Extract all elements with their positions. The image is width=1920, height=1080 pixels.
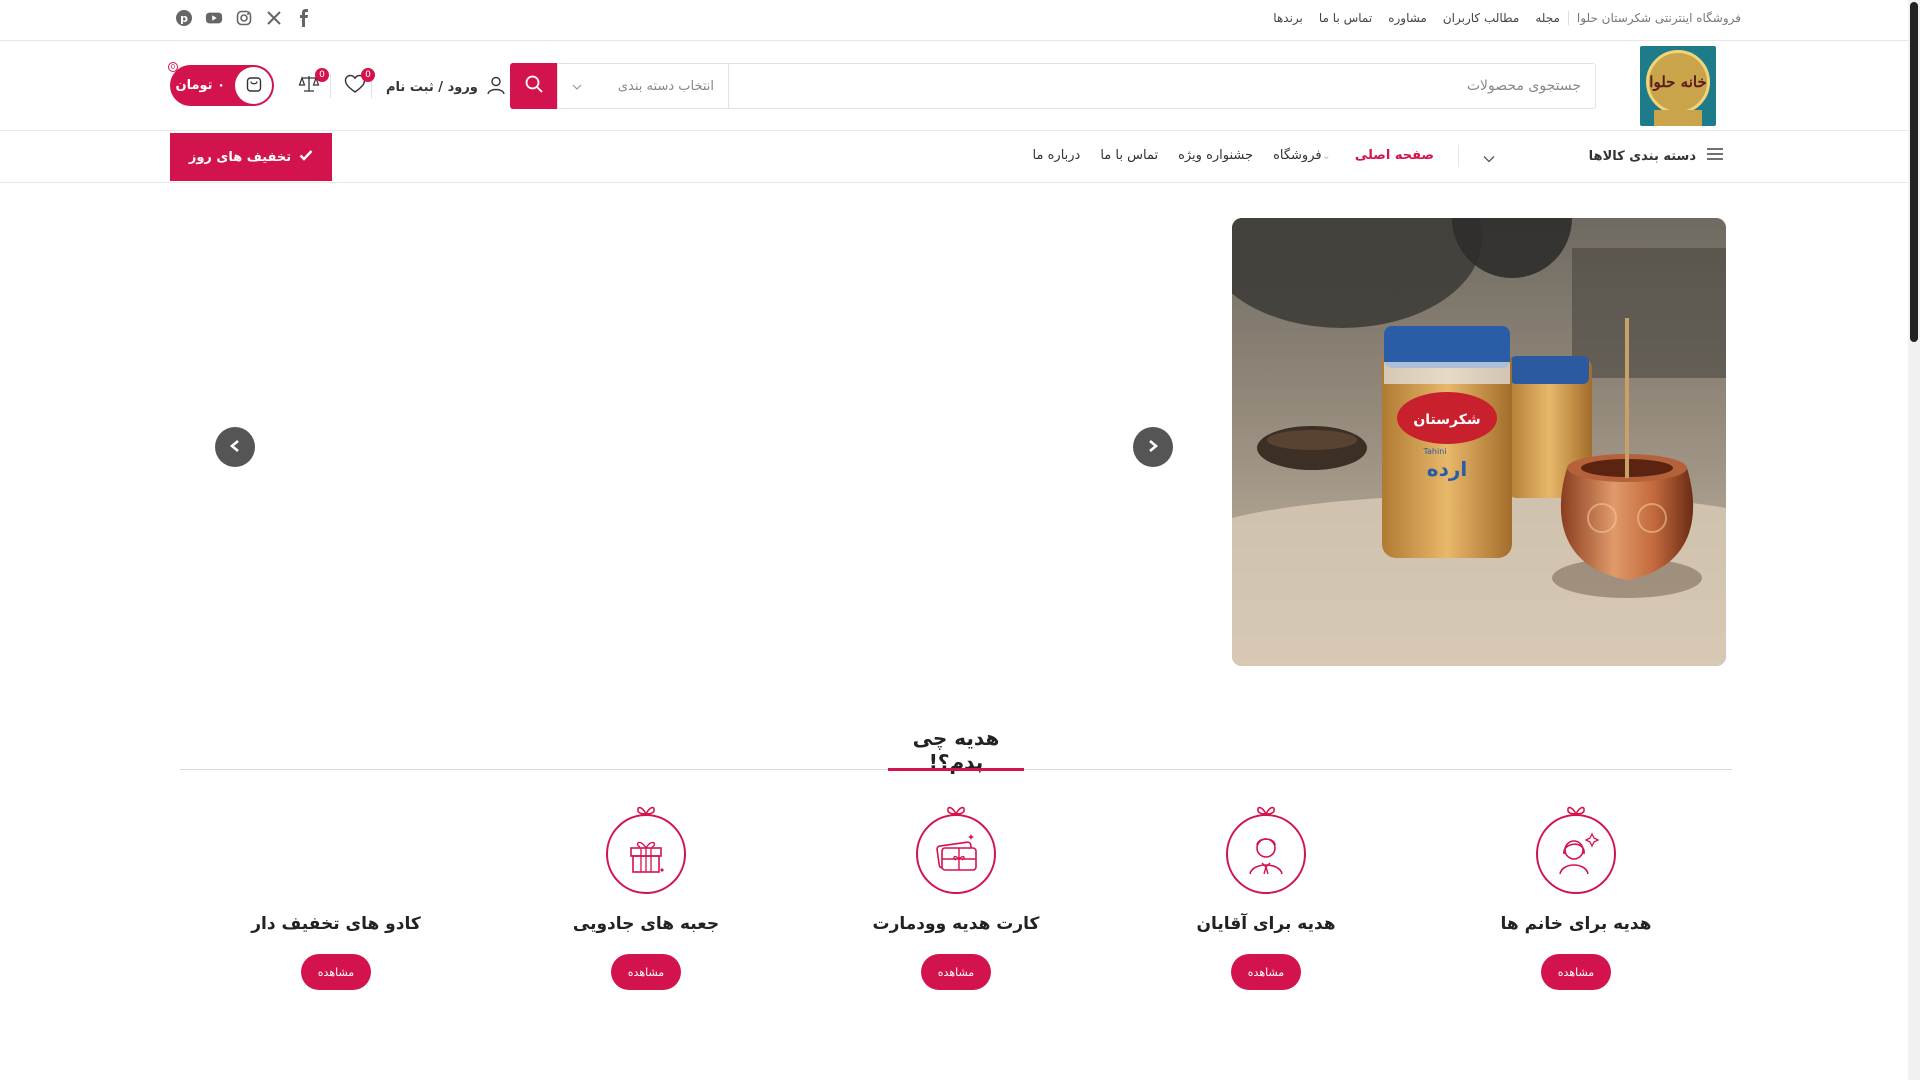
facebook-icon[interactable] <box>295 9 313 27</box>
top-bar: فروشگاه اینترنتی شکرستان حلوا مجله مطالب… <box>0 0 1908 41</box>
gift-card-icon <box>916 814 996 894</box>
gift-section-title: هدیه چی بدم؟! <box>912 726 1000 774</box>
chevron-left-icon <box>229 438 241 457</box>
nav-menu: صفحه اصلی فروشگاه جشنواره ویژه تماس با م… <box>1033 148 1434 163</box>
compare-button[interactable]: 0 <box>295 68 329 100</box>
nav-contact[interactable]: تماس با ما <box>1100 148 1158 163</box>
daily-deals-label: تخفیف های روز <box>188 149 292 165</box>
gift-card-title: جعبه های جادویی <box>572 914 720 934</box>
section-title-underline <box>888 768 1024 771</box>
cart-total: ۰ تومان <box>175 78 225 93</box>
link-contact[interactable]: تماس با ما <box>1319 11 1372 25</box>
cart-button[interactable]: ۰ تومان 0 <box>168 62 274 106</box>
search-bar: انتخاب دسته بندی <box>510 63 1596 109</box>
chevron-right-icon <box>1147 438 1159 457</box>
category-select-label: انتخاب دسته بندی <box>617 78 714 94</box>
hero-photo: شکرستان Tahini ارده <box>1232 218 1726 666</box>
instagram-icon[interactable] <box>235 9 253 27</box>
nav-special-festival[interactable]: جشنواره ویژه <box>1178 148 1253 163</box>
svg-text:p: p <box>180 12 188 25</box>
man-icon <box>1226 814 1306 894</box>
category-select[interactable]: انتخاب دسته بندی <box>557 64 729 108</box>
daily-deals-button[interactable]: تخفیف های روز <box>170 133 332 181</box>
view-button[interactable]: مشاهده <box>921 954 991 990</box>
gift-box-icon <box>606 814 686 894</box>
categories-menu-button[interactable]: دسته بندی کالاها <box>1589 147 1724 165</box>
view-button[interactable]: مشاهده <box>611 954 681 990</box>
wishlist-button[interactable]: 0 <box>341 68 375 100</box>
categories-label: دسته بندی کالاها <box>1588 148 1696 164</box>
slider-next-button[interactable] <box>1133 427 1173 467</box>
jar-brand-text: شکرستان <box>1413 412 1480 428</box>
shopping-bag-icon <box>245 75 263 97</box>
nav-home[interactable]: صفحه اصلی <box>1355 148 1434 163</box>
pinterest-icon[interactable]: p <box>175 9 193 27</box>
gift-card-title: کادو های تخفیف دار <box>251 914 421 934</box>
link-brands[interactable]: برندها <box>1273 11 1303 25</box>
chevron-down-icon[interactable] <box>1483 148 1495 167</box>
nav-shop[interactable]: فروشگاه <box>1273 148 1335 163</box>
site-logo[interactable]: خانه حلوا <box>1640 46 1716 126</box>
gift-card-title: کارت هدیه وودمارت <box>872 914 1040 934</box>
top-links: فروشگاه اینترنتی شکرستان حلوا مجله مطالب… <box>1257 11 1741 25</box>
gift-card-title: هدیه برای خانم ها <box>1500 914 1652 934</box>
chevron-down-icon <box>572 79 582 94</box>
slider-prev-button[interactable] <box>215 427 255 467</box>
login-link[interactable]: ورود / ثبت نام <box>386 75 506 99</box>
divider <box>1458 145 1459 167</box>
check-icon <box>299 149 313 165</box>
logo-text: خانه حلوا <box>1649 73 1707 91</box>
jar-subtext: Tahini <box>1422 447 1446 456</box>
user-icon <box>486 75 506 99</box>
hamburger-icon <box>1706 147 1724 165</box>
youtube-icon[interactable] <box>205 9 223 27</box>
compare-count: 0 <box>315 68 329 82</box>
logo-ribbon <box>1654 110 1702 126</box>
link-magazine[interactable]: مجله <box>1535 11 1560 25</box>
jar-product-text: ارده <box>1427 457 1467 481</box>
gift-card-title: هدیه برای آقایان <box>1196 914 1336 934</box>
search-input[interactable] <box>881 64 1581 108</box>
x-icon[interactable] <box>265 9 283 27</box>
social-links: p <box>175 9 313 27</box>
logo-badge: خانه حلوا <box>1646 50 1710 114</box>
store-name-text: فروشگاه اینترنتی شکرستان حلوا <box>1576 11 1741 25</box>
page-scrollbar[interactable] <box>1908 0 1920 1080</box>
hero-slide-image[interactable]: شکرستان Tahini ارده <box>1232 218 1726 666</box>
wishlist-count: 0 <box>361 68 375 82</box>
search-icon <box>524 74 544 98</box>
cart-count: 0 <box>168 62 178 72</box>
search-button[interactable] <box>510 63 557 109</box>
link-user-posts[interactable]: مطالب کاربران <box>1443 11 1519 25</box>
view-button[interactable]: مشاهده <box>1541 954 1611 990</box>
view-button[interactable]: مشاهده <box>1231 954 1301 990</box>
view-button[interactable]: مشاهده <box>301 954 371 990</box>
scrollbar-thumb[interactable] <box>1910 2 1918 342</box>
main-header: خانه حلوا انتخاب دسته بندی ورود / ثبت نا… <box>0 41 1908 131</box>
cart-icon-wrap <box>235 67 272 104</box>
woman-icon <box>1536 814 1616 894</box>
main-nav: دسته بندی کالاها صفحه اصلی فروشگاه جشنوا… <box>0 131 1908 183</box>
link-consulting[interactable]: مشاوره <box>1388 11 1427 25</box>
login-label: ورود / ثبت نام <box>386 79 478 95</box>
divider <box>330 74 331 98</box>
nav-about[interactable]: درباره ما <box>1033 148 1081 163</box>
divider <box>1567 11 1569 25</box>
